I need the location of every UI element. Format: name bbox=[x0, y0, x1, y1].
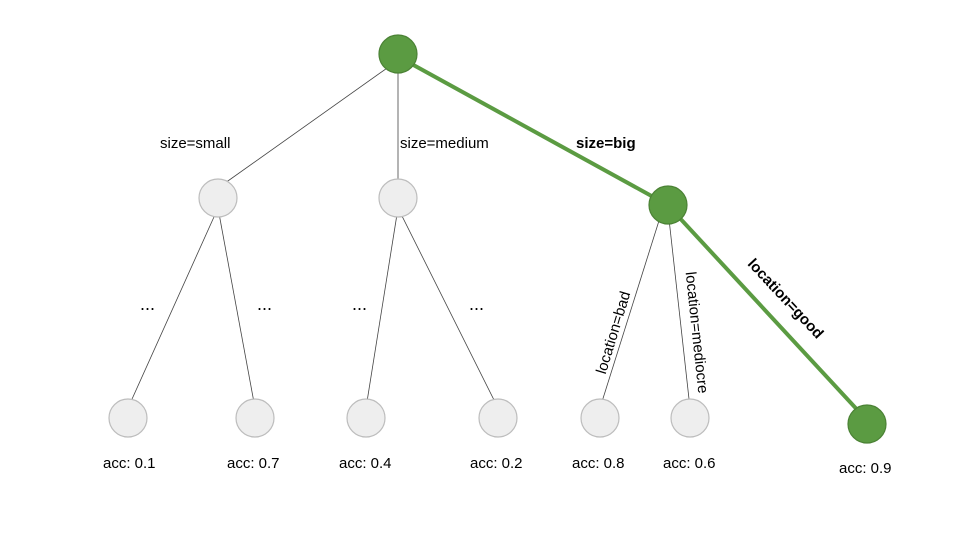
leaf-2 bbox=[236, 399, 274, 437]
leaf-3 bbox=[347, 399, 385, 437]
leaf-4 bbox=[479, 399, 517, 437]
acc-2: acc: 0.7 bbox=[227, 455, 280, 472]
label-size-medium: size=medium bbox=[400, 135, 489, 152]
label-size-big: size=big bbox=[576, 135, 636, 152]
edge-loc-bad bbox=[600, 208, 663, 408]
leaf-6 bbox=[671, 399, 709, 437]
acc-7: acc: 0.9 bbox=[839, 460, 892, 477]
dots-small-left: ... bbox=[140, 294, 155, 314]
leaf-5 bbox=[581, 399, 619, 437]
acc-6: acc: 0.6 bbox=[663, 455, 716, 472]
leaf-1 bbox=[109, 399, 147, 437]
decision-tree-diagram: size=small size=medium size=big ... ... … bbox=[0, 0, 960, 540]
acc-4: acc: 0.2 bbox=[470, 455, 523, 472]
acc-1: acc: 0.1 bbox=[103, 455, 156, 472]
node-big bbox=[649, 186, 687, 224]
node-medium bbox=[379, 179, 417, 217]
dots-medium-left: ... bbox=[352, 294, 367, 314]
dots-medium-right: ... bbox=[469, 294, 484, 314]
edge-small-right bbox=[218, 208, 255, 408]
acc-3: acc: 0.4 bbox=[339, 455, 392, 472]
edge-size-small bbox=[218, 66, 390, 188]
edge-size-big bbox=[408, 62, 657, 199]
node-small bbox=[199, 179, 237, 217]
dots-small-right: ... bbox=[257, 294, 272, 314]
node-root bbox=[379, 35, 417, 73]
leaf-7 bbox=[848, 405, 886, 443]
label-loc-bad: location=bad bbox=[593, 289, 634, 376]
acc-5: acc: 0.8 bbox=[572, 455, 625, 472]
edge-medium-left bbox=[366, 208, 398, 408]
label-size-small: size=small bbox=[160, 135, 230, 152]
